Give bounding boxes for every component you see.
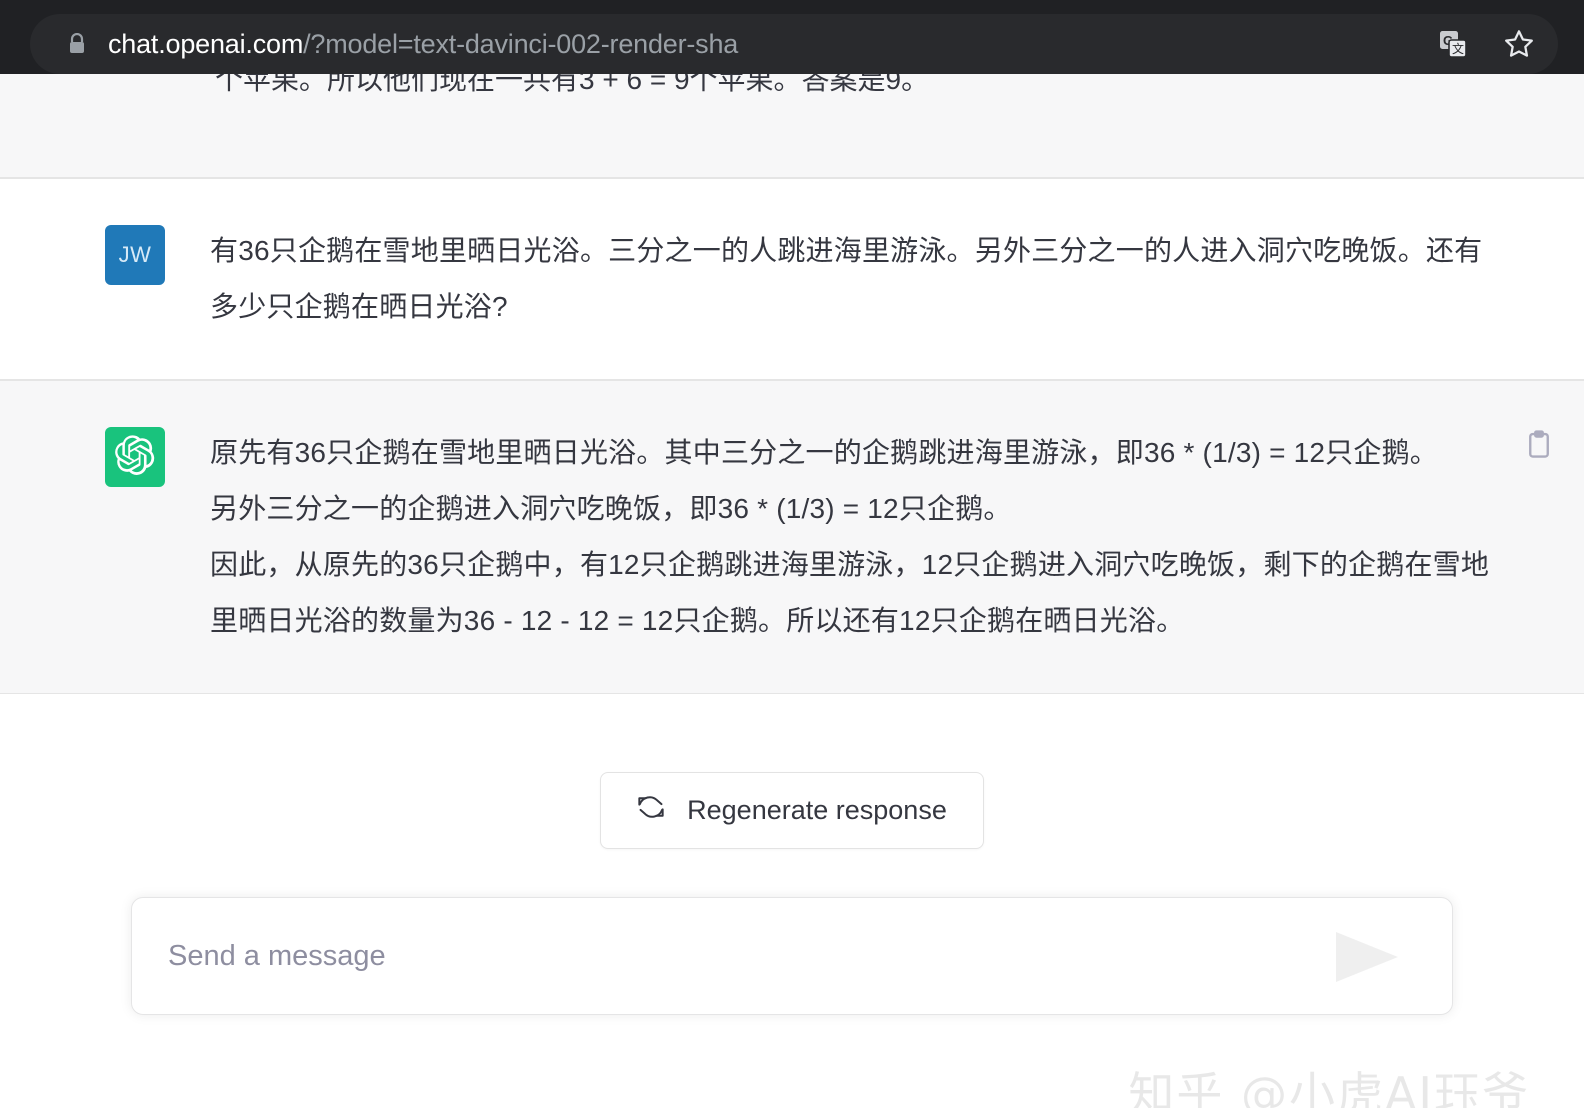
- clipped-message-text: 个苹果。所以他们现在一共有3 + 6 = 9个苹果。答案是9。: [215, 74, 930, 95]
- user-message-paragraph: 有36只企鹅在雪地里晒日光浴。三分之一的人跳进海里游泳。另外三分之一的人进入洞穴…: [210, 235, 1483, 322]
- watermark: 知乎 @小虎AI珏爷: [1128, 1067, 1530, 1108]
- assistant-message-text: 原先有36只企鹅在雪地里晒日光浴。其中三分之一的企鹅跳进海里游泳，即36 * (…: [210, 425, 1490, 649]
- star-icon[interactable]: [1502, 27, 1536, 61]
- copy-icon[interactable]: [1522, 427, 1556, 461]
- svg-text:文: 文: [1452, 41, 1464, 56]
- regenerate-label: Regenerate response: [687, 795, 947, 825]
- composer[interactable]: [131, 897, 1453, 1015]
- message-input[interactable]: [168, 936, 1416, 976]
- assistant-paragraph-2: 另外三分之一的企鹅进入洞穴吃晚饭，即36 * (1/3) = 12只企鹅。: [210, 493, 1012, 524]
- avatar: JW: [105, 225, 165, 285]
- regenerate-area: Regenerate response: [0, 772, 1584, 849]
- url-domain: chat.openai.com: [108, 28, 304, 59]
- clipped-message-row: 个苹果。所以他们现在一共有3 + 6 = 9个苹果。答案是9。: [0, 74, 1584, 178]
- user-message-row: JW 有36只企鹅在雪地里晒日光浴。三分之一的人跳进海里游泳。另外三分之一的人进…: [0, 178, 1584, 380]
- avatar: [105, 427, 165, 487]
- assistant-message-row: 原先有36只企鹅在雪地里晒日光浴。其中三分之一的企鹅跳进海里游泳，即36 * (…: [0, 380, 1584, 694]
- omnibox-actions: G 文: [1436, 27, 1536, 61]
- user-message-text: 有36只企鹅在雪地里晒日光浴。三分之一的人跳进海里游泳。另外三分之一的人进入洞穴…: [210, 223, 1490, 335]
- browser-chrome: chat.openai.com/?model=text-davinci-002-…: [0, 0, 1584, 74]
- address-bar[interactable]: chat.openai.com/?model=text-davinci-002-…: [30, 14, 1558, 74]
- assistant-paragraph-3: 因此，从原先的36只企鹅中，有12只企鹅跳进海里游泳，12只企鹅进入洞穴吃晚饭，…: [210, 549, 1490, 636]
- chat-page: 个苹果。所以他们现在一共有3 + 6 = 9个苹果。答案是9。 JW 有36只企…: [0, 74, 1584, 1108]
- refresh-icon: [637, 793, 665, 828]
- composer-area: [0, 897, 1584, 1015]
- url-path: /?model=text-davinci-002-render-sha: [303, 28, 739, 59]
- lock-icon: [68, 33, 86, 55]
- regenerate-response-button[interactable]: Regenerate response: [600, 772, 984, 849]
- avatar-initials: JW: [118, 242, 152, 267]
- assistant-paragraph-1: 原先有36只企鹅在雪地里晒日光浴。其中三分之一的企鹅跳进海里游泳，即36 * (…: [210, 437, 1438, 468]
- google-translate-icon[interactable]: G 文: [1436, 27, 1470, 61]
- openai-logo-icon: [115, 434, 155, 480]
- url-text[interactable]: chat.openai.com/?model=text-davinci-002-…: [108, 29, 1416, 60]
